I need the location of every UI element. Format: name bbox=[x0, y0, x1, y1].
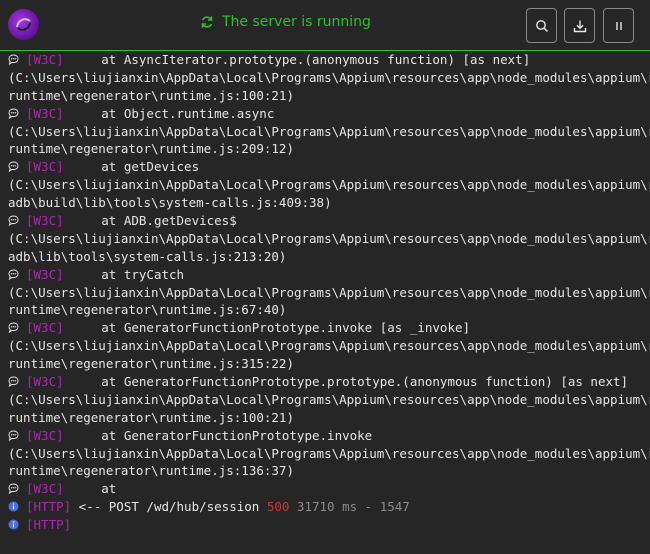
log-continuation: (C:\Users\liujianxin\AppData\Local\Progr… bbox=[8, 445, 650, 461]
log-tag: [W3C] bbox=[26, 427, 64, 443]
log-message: at ADB.getDevices$ bbox=[63, 213, 237, 229]
chat-bubble-icon bbox=[8, 54, 19, 65]
chat-bubble-icon bbox=[8, 483, 19, 495]
log-tag: [W3C] bbox=[26, 52, 64, 67]
chat-bubble-icon bbox=[8, 322, 19, 334]
pause-icon bbox=[612, 19, 626, 33]
log-continuation: runtime\regenerator\runtime.js:209:12) bbox=[8, 141, 294, 157]
log-line: [W3C] at GeneratorFunctionPrototype.prot… bbox=[8, 373, 650, 391]
log-tag: [W3C] bbox=[26, 266, 64, 282]
log-line: [W3C] at Object.runtime.async bbox=[8, 105, 650, 123]
info-icon bbox=[8, 519, 19, 530]
log-tag: [HTTP] bbox=[26, 499, 72, 515]
log-continuation: (C:\Users\liujianxin\AppData\Local\Progr… bbox=[8, 338, 650, 354]
log-line: [W3C] at GeneratorFunctionPrototype.invo… bbox=[8, 319, 650, 337]
log-tag: [W3C] bbox=[26, 320, 64, 336]
search-icon bbox=[535, 19, 549, 33]
log-message: at tryCatch bbox=[63, 266, 185, 282]
server-status-text: The server is running bbox=[222, 14, 371, 30]
log-line: [W3C] at tryCatch bbox=[8, 266, 650, 284]
log-tag: [W3C] bbox=[26, 481, 64, 497]
log-continuation: (C:\Users\liujianxin\AppData\Local\Progr… bbox=[8, 123, 650, 139]
pause-button[interactable] bbox=[603, 8, 634, 43]
log-tag: [W3C] bbox=[26, 213, 64, 229]
http-status-code: 500 bbox=[266, 499, 290, 515]
log-message: at AsyncIterator.prototype.(anonymous fu… bbox=[63, 52, 531, 67]
server-log[interactable]: [W3C] at AsyncIterator.prototype.(anonym… bbox=[0, 51, 650, 534]
chat-bubble-icon bbox=[8, 269, 19, 280]
http-timing: 31710 ms - 1547 bbox=[289, 499, 410, 515]
log-tag: [W3C] bbox=[26, 159, 64, 175]
log-continuation: runtime\regenerator\runtime.js:315:22) bbox=[8, 356, 294, 372]
log-continuation: runtime\regenerator\runtime.js:136:37) bbox=[8, 463, 294, 479]
log-continuation: (C:\Users\liujianxin\AppData\Local\Progr… bbox=[8, 230, 650, 246]
chat-bubble-icon bbox=[8, 108, 19, 119]
log-message: at GeneratorFunctionPrototype.invoke [as… bbox=[63, 320, 471, 336]
log-continuation: runtime\regenerator\runtime.js:100:21) bbox=[8, 409, 294, 425]
log-continuation: (C:\Users\liujianxin\AppData\Local\Progr… bbox=[8, 284, 650, 300]
log-message: at bbox=[63, 481, 117, 497]
log-line: [HTTP] bbox=[8, 516, 650, 534]
log-line: [W3C] at bbox=[8, 480, 650, 498]
chat-bubble-icon bbox=[8, 161, 19, 173]
log-line: [W3C] at ADB.getDevices$ bbox=[8, 212, 650, 230]
info-icon bbox=[8, 501, 19, 512]
log-line: [HTTP] <-- POST /wd/hub/session 500 3171… bbox=[8, 498, 650, 516]
server-status: The server is running bbox=[200, 14, 371, 30]
log-continuation: (C:\Users\liujianxin\AppData\Local\Progr… bbox=[8, 69, 650, 85]
download-button[interactable] bbox=[564, 8, 595, 43]
log-continuation: runtime\regenerator\runtime.js:67:40) bbox=[8, 302, 287, 318]
log-continuation: runtime\regenerator\runtime.js:100:21) bbox=[8, 87, 294, 103]
appium-logo bbox=[8, 9, 39, 40]
log-tag: [HTTP] bbox=[26, 517, 72, 533]
log-message: at GeneratorFunctionPrototype.invoke bbox=[63, 427, 373, 443]
log-message: at getDevices bbox=[63, 159, 200, 175]
chat-bubble-icon bbox=[8, 430, 19, 441]
refresh-icon bbox=[200, 15, 214, 29]
chat-bubble-icon bbox=[8, 215, 19, 227]
log-line: [W3C] at GeneratorFunctionPrototype.invo… bbox=[8, 427, 650, 445]
log-message: <-- POST /wd/hub/session bbox=[71, 499, 267, 515]
header-bar: The server is running bbox=[0, 0, 650, 51]
log-continuation: adb\build\lib\tools\system-calls.js:409:… bbox=[8, 195, 332, 211]
log-continuation: (C:\Users\liujianxin\AppData\Local\Progr… bbox=[8, 177, 650, 193]
search-button[interactable] bbox=[526, 8, 557, 43]
log-line: [W3C] at getDevices bbox=[8, 158, 650, 176]
chat-bubble-icon bbox=[8, 376, 19, 388]
log-message: at Object.runtime.async bbox=[63, 105, 275, 121]
log-continuation: (C:\Users\liujianxin\AppData\Local\Progr… bbox=[8, 391, 650, 407]
log-message: at GeneratorFunctionPrototype.prototype.… bbox=[63, 374, 629, 390]
log-tag: [W3C] bbox=[26, 374, 64, 390]
download-icon bbox=[573, 19, 587, 33]
log-tag: [W3C] bbox=[26, 105, 64, 121]
log-line: [W3C] at AsyncIterator.prototype.(anonym… bbox=[8, 51, 650, 69]
log-continuation: adb\lib\tools\system-calls.js:213:20) bbox=[8, 248, 287, 264]
